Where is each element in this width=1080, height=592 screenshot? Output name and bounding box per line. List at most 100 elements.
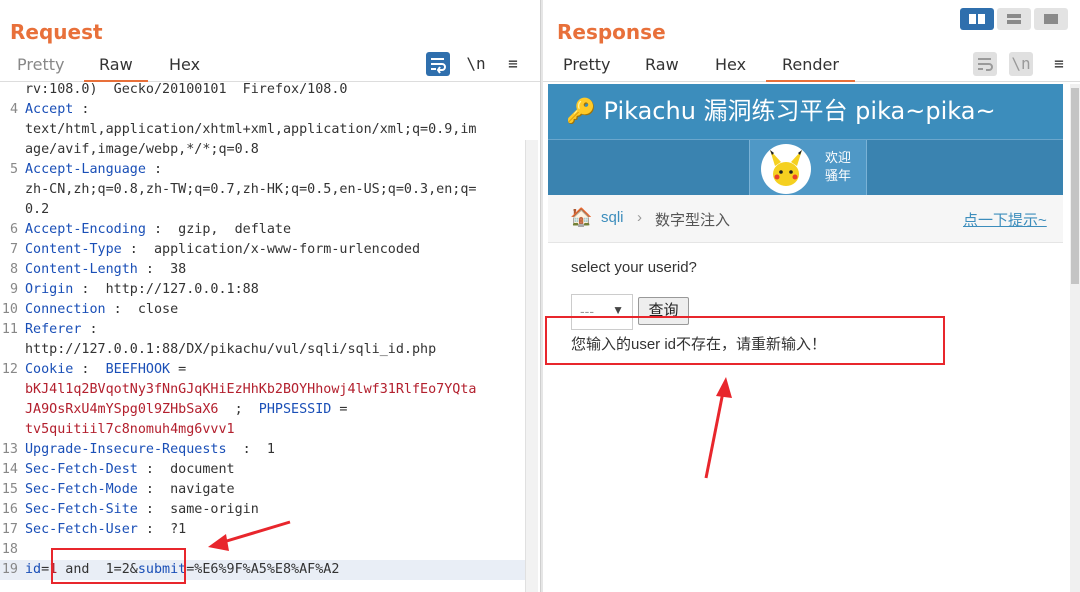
avatar bbox=[761, 144, 811, 194]
newline-toggle[interactable]: \n bbox=[1009, 52, 1033, 76]
scrollbar-thumb[interactable] bbox=[1071, 88, 1079, 284]
line-number: 4 bbox=[9, 102, 18, 117]
code-line[interactable]: 9 Origin : http://127.0.0.1:88 bbox=[0, 280, 525, 300]
token-sep: : bbox=[81, 322, 98, 337]
wrap-icon[interactable] bbox=[426, 52, 450, 76]
token-key: Accept bbox=[25, 102, 74, 117]
code-line[interactable]: 6 Accept-Encoding : gzip, deflate bbox=[0, 220, 525, 240]
code-line[interactable]: JA9OsRxU4mYSpg0l9ZHbSaX6 ; PHPSESSID = bbox=[0, 400, 525, 420]
code-line[interactable]: 17 Sec-Fetch-User : ?1 bbox=[0, 520, 525, 540]
token-red: JA9OsRxU4mYSpg0l9ZHbSaX6 bbox=[25, 402, 219, 417]
code-line[interactable]: 4 Accept : bbox=[0, 100, 525, 120]
code-line[interactable]: 7 Content-Type : application/x-www-form-u… bbox=[0, 240, 525, 260]
request-tab-pretty[interactable]: Pretty bbox=[17, 55, 64, 82]
token-sep: : bbox=[73, 362, 106, 377]
token-key: Sec-Fetch-Site bbox=[25, 502, 138, 517]
line-text: bKJ4l1q2BVqotNy3fNnGJqKHiEzHhKb2BOYHhowj… bbox=[25, 380, 476, 400]
line-text: 0.2 bbox=[25, 200, 49, 220]
userid-prompt: select your userid? bbox=[571, 259, 697, 276]
code-line[interactable]: rv:108.0) Gecko/20100101 Firefox/108.0 bbox=[0, 80, 525, 100]
line-text: Sec-Fetch-User : ?1 bbox=[25, 520, 186, 540]
request-tabs: Pretty Raw Hex bbox=[0, 52, 540, 82]
line-number: 18 bbox=[1, 542, 18, 557]
response-tab-hex[interactable]: Hex bbox=[715, 55, 746, 82]
chevron-down-icon: ▼ bbox=[612, 303, 624, 317]
code-line[interactable]: age/avif,image/webp,*/*;q=0.8 bbox=[0, 140, 525, 160]
hint-link[interactable]: 点一下提示~ bbox=[963, 209, 1047, 230]
request-tab-raw[interactable]: Raw bbox=[84, 55, 148, 82]
token-key: PHPSESSID bbox=[258, 402, 332, 417]
layout-tabs-icon[interactable] bbox=[1034, 8, 1068, 30]
token-sep: : gzip, deflate bbox=[145, 222, 292, 237]
pikachu-header: 🔑 Pikachu 漏洞练习平台 pika~pika~ bbox=[548, 84, 1063, 139]
token-key: Connection bbox=[25, 302, 106, 317]
home-icon[interactable]: 🏠 bbox=[570, 207, 592, 228]
code-line[interactable]: 15 Sec-Fetch-Mode : navigate bbox=[0, 480, 525, 500]
layout-side-by-side-icon[interactable] bbox=[960, 8, 994, 30]
response-tabs: Pretty Raw Hex Render bbox=[543, 52, 1080, 82]
code-line[interactable]: 8 Content-Length : 38 bbox=[0, 260, 525, 280]
response-tab-raw[interactable]: Raw bbox=[645, 55, 679, 82]
code-line[interactable]: 0.2 bbox=[0, 200, 525, 220]
token-sep: : bbox=[145, 162, 163, 177]
welcome-line2: 骚年 bbox=[825, 168, 852, 183]
token-sep: : navigate bbox=[137, 482, 235, 497]
line-text: http://127.0.0.1:88/DX/pikachu/vul/sqli/… bbox=[25, 340, 436, 360]
line-number: 14 bbox=[1, 462, 18, 477]
line-text: age/avif,image/webp,*/*;q=0.8 bbox=[25, 140, 259, 160]
code-line[interactable]: 13 Upgrade-Insecure-Requests : 1 bbox=[0, 440, 525, 460]
line-number: 10 bbox=[1, 302, 18, 317]
code-line[interactable]: zh-CN,zh;q=0.8,zh-TW;q=0.7,zh-HK;q=0.5,e… bbox=[0, 180, 525, 200]
code-line[interactable]: http://127.0.0.1:88/DX/pikachu/vul/sqli/… bbox=[0, 340, 525, 360]
code-line[interactable]: 16 Sec-Fetch-Site : same-origin bbox=[0, 500, 525, 520]
token-sep2: =%E6%9F%A5%E8%AF%A2 bbox=[186, 562, 340, 577]
breadcrumb-current: 数字型注入 bbox=[655, 212, 731, 229]
request-scrollbar[interactable] bbox=[525, 140, 538, 592]
token-text: age/avif,image/webp,*/*;q=0.8 bbox=[25, 142, 259, 157]
code-line[interactable]: bKJ4l1q2BVqotNy3fNnGJqKHiEzHhKb2BOYHhowj… bbox=[0, 380, 525, 400]
wrap-icon[interactable] bbox=[973, 52, 997, 76]
line-text: Accept-Language : bbox=[25, 160, 162, 180]
token-key: id bbox=[25, 562, 42, 577]
menu-icon[interactable]: ≡ bbox=[501, 52, 525, 76]
line-text: JA9OsRxU4mYSpg0l9ZHbSaX6 ; PHPSESSID = bbox=[25, 400, 347, 420]
line-text: Referer : bbox=[25, 320, 98, 340]
token-text: http://127.0.0.1:88/DX/pikachu/vul/sqli/… bbox=[25, 342, 437, 357]
token-key: Content-Length bbox=[25, 262, 138, 277]
token-sep: : bbox=[73, 102, 90, 117]
token-key: Cookie bbox=[25, 362, 74, 377]
code-line[interactable]: tv5quitiil7c8nomuh4mg6vvv1 bbox=[0, 420, 525, 440]
newline-toggle[interactable]: \n bbox=[464, 52, 488, 76]
request-editor[interactable]: rv:108.0) Gecko/20100101 Firefox/108.0 4 A… bbox=[0, 80, 525, 592]
token-sep: : 1 bbox=[226, 442, 275, 457]
code-line[interactable]: 12 Cookie : BEEFHOOK = bbox=[0, 360, 525, 380]
code-line[interactable]: text/html,application/xhtml+xml,applicat… bbox=[0, 120, 525, 140]
response-scrollbar[interactable] bbox=[1070, 84, 1080, 592]
token-key2: BEEFHOOK bbox=[105, 362, 171, 377]
code-line[interactable]: 14 Sec-Fetch-Dest : document bbox=[0, 460, 525, 480]
layout-stacked-icon[interactable] bbox=[997, 8, 1031, 30]
code-line[interactable]: 5 Accept-Language : bbox=[0, 160, 525, 180]
token-key: Referer bbox=[25, 322, 82, 337]
line-text: Accept : bbox=[25, 100, 90, 120]
code-line[interactable]: 10 Connection : close bbox=[0, 300, 525, 320]
breadcrumb-sqli[interactable]: sqli bbox=[601, 209, 624, 226]
token-sep: : close bbox=[105, 302, 179, 317]
line-text: text/html,application/xhtml+xml,applicat… bbox=[25, 120, 476, 140]
token-red: tv5quitiil7c8nomuh4mg6vvv1 bbox=[25, 422, 235, 437]
line-text: rv:108.0) Gecko/20100101 Firefox/108.0 bbox=[25, 80, 347, 100]
response-tab-pretty[interactable]: Pretty bbox=[563, 55, 610, 82]
line-number: 19 bbox=[1, 562, 18, 577]
line-text: Sec-Fetch-Dest : document bbox=[25, 460, 235, 480]
request-tab-hex[interactable]: Hex bbox=[169, 55, 200, 82]
code-line[interactable]: 11 Referer : bbox=[0, 320, 525, 340]
token-sep: : http://127.0.0.1:88 bbox=[73, 282, 259, 297]
line-number: 12 bbox=[1, 362, 18, 377]
line-number: 11 bbox=[1, 322, 18, 337]
menu-icon[interactable]: ≡ bbox=[1047, 52, 1071, 76]
response-title: Response bbox=[557, 20, 666, 44]
token-key: Sec-Fetch-Dest bbox=[25, 462, 138, 477]
response-tab-render[interactable]: Render bbox=[766, 55, 855, 82]
line-number: 15 bbox=[1, 482, 18, 497]
line-text: Sec-Fetch-Mode : navigate bbox=[25, 480, 235, 500]
